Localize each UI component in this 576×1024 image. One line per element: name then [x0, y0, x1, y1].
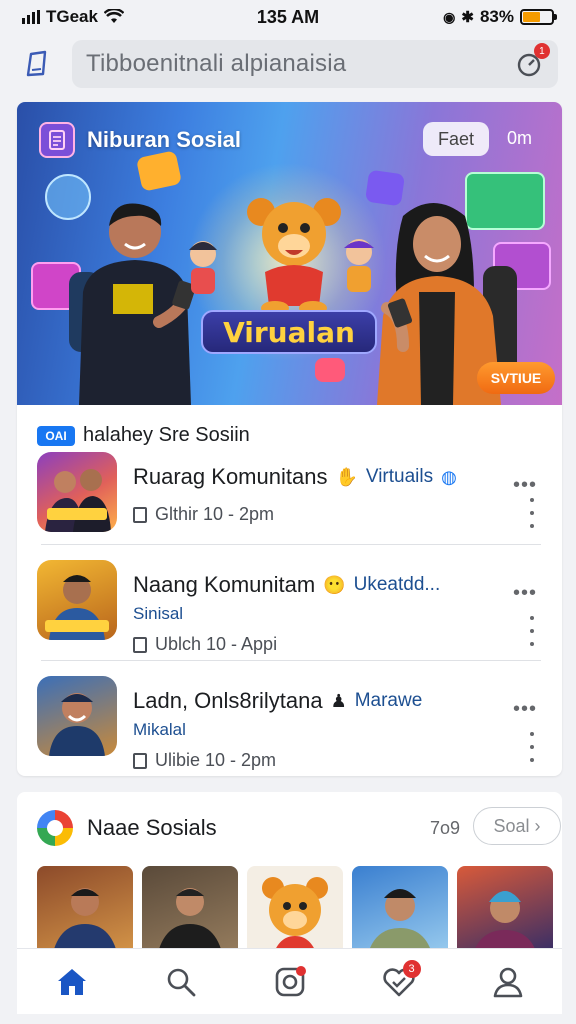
tab-search[interactable]: [151, 954, 211, 1010]
app-logo-icon: [39, 122, 75, 158]
signal-icon: [22, 10, 40, 24]
top-bar: Tibboenitnali alpianaisia 1: [0, 34, 576, 94]
item-time: Ulibie 10 - 2pm: [155, 750, 277, 770]
tab-activity[interactable]: 3: [369, 954, 429, 1010]
bluetooth-icon: ✱: [461, 9, 474, 26]
item-title-row: Ladn, Onls8rilytana ♟ Marawe: [133, 688, 422, 714]
item-subtitle: Sinisal: [133, 604, 184, 623]
hero-chip-label: 0m: [507, 128, 533, 148]
bottom-nav: 3: [17, 948, 562, 1014]
see-all-label: Soal: [493, 815, 530, 836]
divider: [41, 544, 541, 545]
clock: 135 AM: [256, 6, 320, 27]
social-section-header: Naae Sosials: [37, 810, 217, 846]
bear-mascot-illustration: [247, 198, 341, 314]
hero-brand: Niburan Sosial: [39, 122, 241, 158]
item-title: Ladn, Onls8rilytana: [133, 688, 323, 713]
person-illustration-left: [69, 203, 196, 405]
section-header: OAI halahey Sre Sosiin: [37, 424, 250, 447]
list-item[interactable]: Naang Komunitam 😶 Ukeatdd... Sinisal Ubl…: [37, 560, 547, 670]
feed-card: Niburan Sosial Faet 0m Virualan SVTIUE O…: [17, 102, 562, 776]
item-tag[interactable]: Marawe: [355, 690, 423, 712]
social-count: 7o9: [430, 818, 461, 838]
item-title-row: Naang Komunitam 😶 Ukeatdd...: [133, 572, 440, 598]
item-thumbnail: [37, 452, 117, 532]
search-input[interactable]: Tibboenitnali alpianaisia: [86, 50, 514, 78]
see-all-button[interactable]: Soal ›: [473, 807, 561, 845]
battery-icon: [520, 9, 557, 25]
calendar-icon: [133, 506, 147, 523]
list-item[interactable]: Ruarag Komunitans ✋ Virtuails ◍ Glthir 1…: [37, 452, 547, 562]
chevron-right-icon: ›: [534, 815, 541, 836]
calendar-icon: [133, 752, 147, 769]
list-item[interactable]: Ladn, Onls8rilytana ♟ Marawe Mikalal Uli…: [37, 676, 547, 776]
item-title: Naang Komunitam: [133, 572, 316, 597]
hero-banner[interactable]: Niburan Sosial Faet 0m Virualan SVTIUE: [17, 102, 562, 405]
deco-tile: [315, 358, 345, 382]
notification-badge: 1: [534, 43, 550, 59]
divider: [41, 660, 541, 661]
hand-emoji-icon: ✋: [335, 466, 358, 487]
hero-cta-button[interactable]: SVTIUE: [477, 362, 555, 394]
item-meta: Ublch 10 - Appi: [133, 634, 277, 655]
google-icon: [37, 810, 73, 846]
item-meta: Ulibie 10 - 2pm: [133, 750, 276, 771]
item-thumbnail: [37, 676, 117, 756]
social-section-card: Naae Sosials 7o9 Soal ›: [17, 792, 562, 962]
notification-dot: [295, 965, 306, 976]
search-bar[interactable]: Tibboenitnali alpianaisia 1: [72, 40, 558, 88]
tab-profile[interactable]: [478, 954, 538, 1010]
item-time: Glthir 10 - 2pm: [155, 504, 275, 524]
home-icon: [57, 968, 86, 995]
item-tag[interactable]: Ukeatdd...: [354, 574, 441, 596]
status-bar: TGeak 135 AM ◉ ✱ 83%: [0, 0, 576, 34]
item-tag[interactable]: Virtuails: [366, 466, 433, 488]
carrier-name: TGeak: [46, 7, 98, 26]
overflow-menu-icon[interactable]: [527, 498, 537, 528]
more-options-icon[interactable]: •••: [513, 582, 537, 605]
item-meta: Glthir 10 - 2pm: [133, 504, 274, 525]
item-title: Ruarag Komunitans: [133, 464, 328, 489]
figure-emoji-icon: ♟: [330, 690, 347, 711]
more-options-icon[interactable]: •••: [513, 698, 537, 721]
globe-icon: ◍: [441, 466, 457, 487]
item-title-row: Ruarag Komunitans ✋ Virtuails ◍: [133, 464, 457, 490]
hero-title: Virualan: [201, 310, 377, 354]
hero-brand-name: Niburan Sosial: [87, 127, 242, 152]
search-icon: [167, 968, 195, 996]
tab-camera[interactable]: [260, 954, 320, 1010]
overflow-menu-icon[interactable]: [527, 732, 537, 762]
battery-percent: 83%: [479, 7, 514, 26]
item-time: Ublch 10 - Appi: [155, 634, 278, 654]
social-section-title: Naae Sosials: [87, 815, 217, 840]
avatar-emoji-icon: 😶: [323, 574, 346, 595]
cartoon-character-left: [189, 241, 217, 294]
more-options-icon[interactable]: •••: [513, 474, 537, 497]
item-subtitle: Mikalal: [133, 720, 186, 739]
wifi-icon: [103, 9, 124, 23]
activity-badge: 3: [402, 959, 421, 978]
tab-home[interactable]: [42, 954, 102, 1010]
compose-icon[interactable]: [18, 44, 58, 84]
location-icon: ◉: [443, 8, 456, 25]
section-title: halahey Sre Sosiin: [83, 424, 250, 446]
profile-icon: [493, 967, 522, 997]
overflow-menu-icon[interactable]: [527, 616, 537, 646]
section-badge: OAI: [37, 425, 75, 446]
calendar-icon: [133, 636, 147, 653]
hero-chip-button[interactable]: Faet: [423, 122, 489, 156]
item-thumbnail: [37, 560, 117, 640]
timer-notification-icon[interactable]: 1: [514, 43, 550, 79]
